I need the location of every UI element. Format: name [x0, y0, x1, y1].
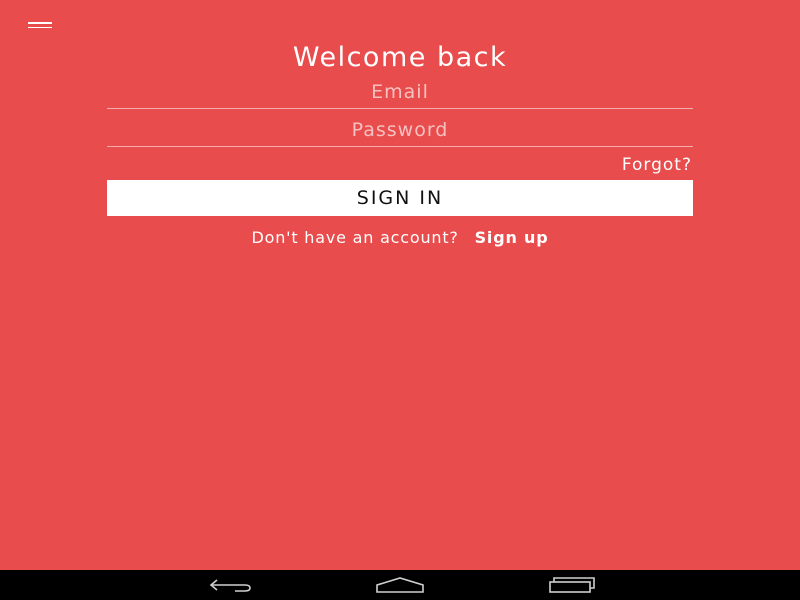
sign-up-link[interactable]: Sign up	[475, 228, 549, 247]
login-screen: Welcome back Forgot? SIGN IN Don't have …	[0, 0, 800, 600]
page-title: Welcome back	[292, 42, 508, 73]
menu-icon[interactable]	[24, 14, 56, 36]
forgot-password-link[interactable]: Forgot?	[622, 155, 692, 175]
signup-prompt: Don't have an account?	[251, 228, 459, 247]
back-icon[interactable]	[205, 574, 255, 596]
email-field-wrapper	[107, 75, 693, 109]
email-field[interactable]	[107, 75, 693, 108]
signup-row: Don't have an account? Sign up	[0, 228, 800, 247]
password-field[interactable]	[107, 113, 693, 146]
menu-line	[28, 22, 52, 24]
system-navigation-bar	[0, 570, 800, 600]
password-field-wrapper	[107, 113, 693, 147]
menu-line	[28, 26, 52, 28]
sign-in-button[interactable]: SIGN IN	[107, 180, 693, 216]
recents-icon[interactable]	[547, 574, 597, 596]
home-icon[interactable]	[375, 574, 425, 596]
